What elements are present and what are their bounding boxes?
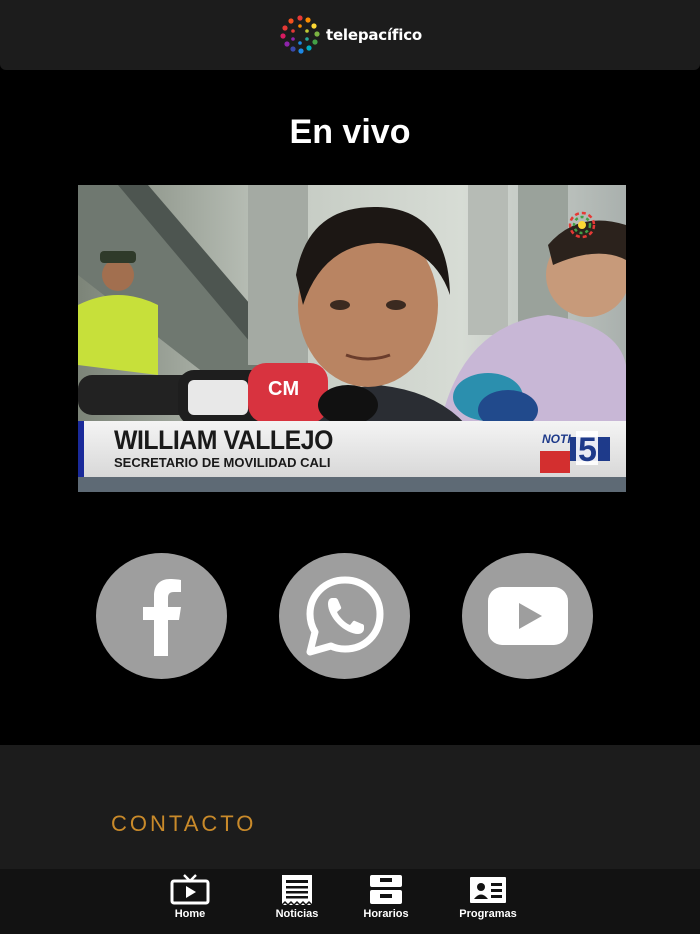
bottom-nav: Home Noticias Horarios Programas: [0, 869, 700, 934]
nav-item-programas[interactable]: Programas: [448, 873, 528, 931]
lower-third-role: SECRETARIO DE MOVILIDAD CALI: [114, 455, 331, 470]
app-root: telepacífico En vivo CM WILLIAM VALLEJO …: [0, 0, 700, 934]
programs-icon: [470, 877, 506, 903]
whatsapp-icon: [306, 576, 383, 656]
app-header: telepacífico: [0, 0, 700, 70]
lower-third-name: WILLIAM VALLEJO: [114, 425, 333, 455]
youtube-icon: [487, 587, 568, 645]
brand-name: telepacífico: [325, 26, 422, 44]
noti5-logo-icon: NOTI 5: [540, 431, 610, 473]
nav-item-noticias[interactable]: Noticias: [257, 873, 337, 931]
whatsapp-button[interactable]: [279, 553, 410, 679]
facebook-button[interactable]: [96, 553, 227, 679]
tv-icon: [170, 874, 210, 905]
telepacifico-logo[interactable]: telepacífico: [278, 13, 422, 57]
telepacifico-logo-icon: [280, 15, 320, 54]
svg-text:5: 5: [578, 431, 597, 469]
live-title: En vivo: [289, 113, 411, 151]
nav-label-home: Home: [174, 908, 206, 920]
youtube-button[interactable]: [462, 553, 593, 679]
channel-watermark-icon: [568, 211, 596, 239]
nav-item-home[interactable]: Home: [150, 873, 230, 931]
live-video-player[interactable]: CM WILLIAM VALLEJO SECRETARIO DE MOVILID…: [78, 185, 626, 492]
contact-title: CONTACTO: [111, 811, 257, 836]
nav-label-programas: Programas: [459, 908, 517, 920]
nav-item-horarios[interactable]: Horarios: [346, 873, 426, 931]
nav-label-noticias: Noticias: [275, 908, 319, 920]
schedule-icon: [370, 875, 402, 904]
social-links: [96, 553, 594, 679]
newspaper-icon: [281, 875, 313, 907]
svg-text:NOTI: NOTI: [542, 432, 571, 446]
footer: CONTACTO: [0, 745, 700, 869]
mic-flag-text: CM: [268, 378, 299, 400]
nav-label-horarios: Horarios: [363, 908, 409, 920]
facebook-icon: [142, 579, 181, 656]
